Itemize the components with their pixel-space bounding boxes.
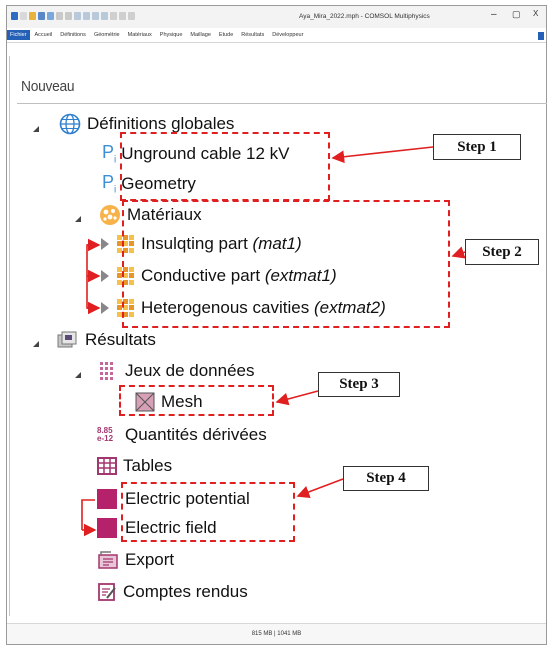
annotation-arrows: [81, 146, 466, 537]
step2-arrow: [451, 246, 466, 259]
comsol-window: Aya_Mira_2022.mph - COMSOL Multiphysics …: [6, 5, 547, 645]
status-bar: 815 MB | 1041 MB: [7, 623, 546, 644]
step4-arrow: [296, 478, 344, 499]
step1-arrow: [331, 146, 434, 164]
step4-bracket-arrow: [81, 499, 95, 530]
step3-arrow: [275, 390, 319, 406]
memory-usage: 815 MB | 1041 MB: [251, 631, 302, 637]
